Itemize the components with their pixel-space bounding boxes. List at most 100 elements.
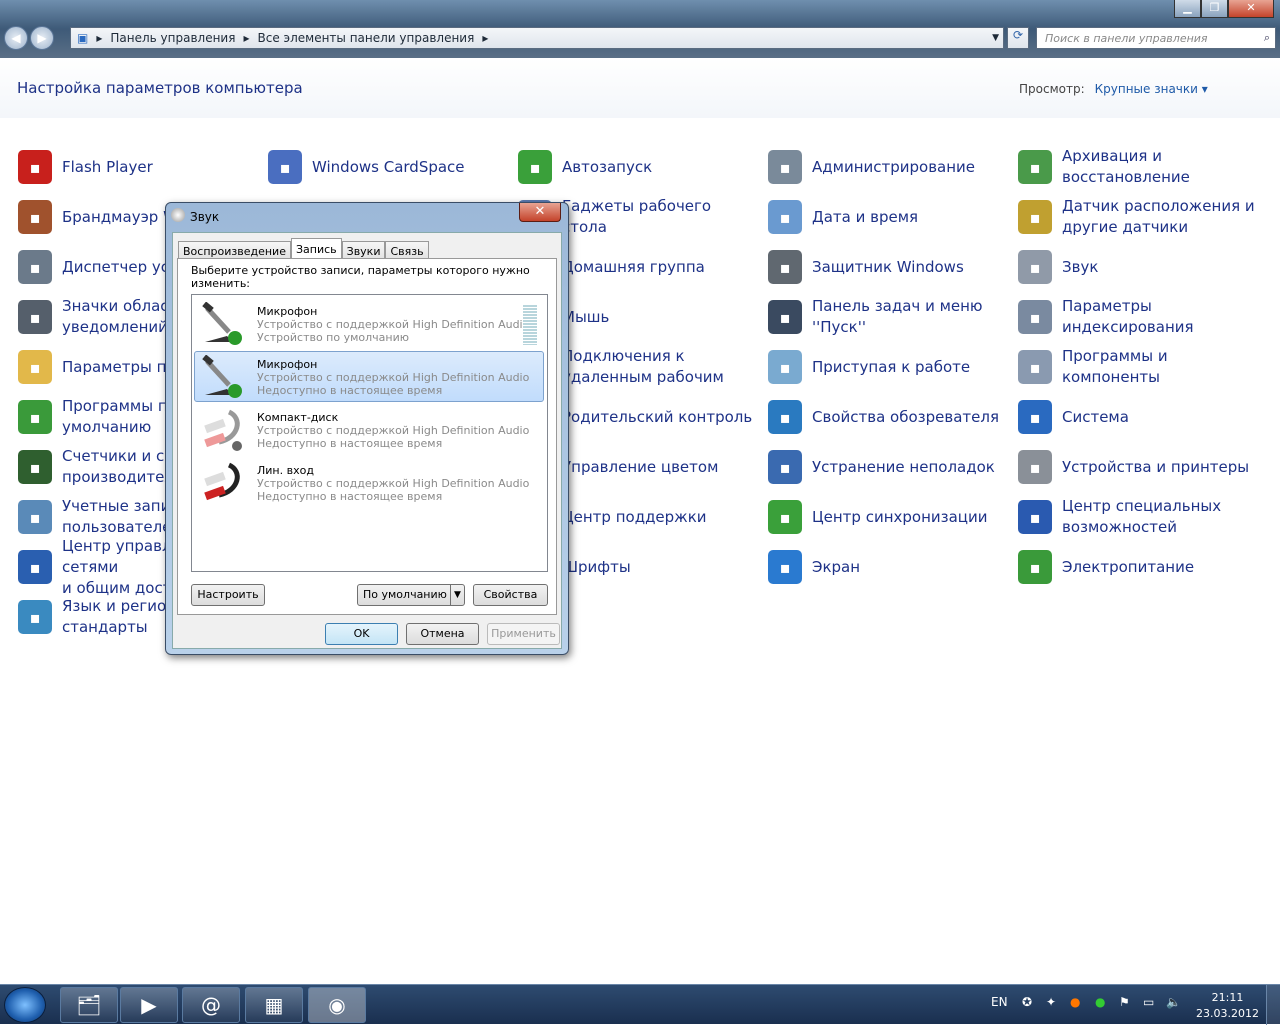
tab-3[interactable]: Связь: [385, 241, 429, 259]
taskbar-mail-agent-icon[interactable]: @: [182, 987, 240, 1023]
control-panel-item[interactable]: ▪ Приступая к работе: [768, 345, 1008, 389]
control-panel-item[interactable]: ▪ Устранение неполадок: [768, 445, 1008, 489]
network-tray-icon[interactable]: ▭: [1143, 995, 1154, 1009]
item-label: Управление цветом: [562, 457, 719, 476]
show-desktop-button[interactable]: [1266, 985, 1280, 1025]
cancel-button[interactable]: Отмена: [406, 623, 479, 645]
clock-time: 21:11: [1211, 991, 1244, 1004]
clock[interactable]: 21:11 23.03.2012: [1196, 990, 1259, 1022]
ok-button[interactable]: OK: [325, 623, 398, 645]
device-name: Микрофон: [257, 305, 318, 318]
accessibility-icon: ▪: [1018, 500, 1052, 534]
control-panel-item[interactable]: ▪ Flash Player: [18, 145, 258, 189]
control-panel-item[interactable]: ▪ Звук: [1018, 245, 1258, 289]
item-label: Мышь: [562, 307, 610, 326]
control-panel-item[interactable]: ▪ Система: [1018, 395, 1258, 439]
printer-icon: ▪: [1018, 450, 1052, 484]
close-button[interactable]: ✕: [1228, 0, 1274, 18]
refresh-button[interactable]: ⟳: [1007, 27, 1029, 49]
browser-tray-icon[interactable]: ✪: [1022, 995, 1032, 1009]
tab-0[interactable]: Воспроизведение: [178, 241, 291, 259]
item-label: Центр синхронизации: [812, 507, 988, 526]
control-panel-item[interactable]: ▪ Центр специальных возможностей: [1018, 495, 1258, 539]
device-description: Устройство с поддержкой High Definition …: [257, 477, 530, 490]
language-indicator[interactable]: EN: [991, 995, 1008, 1009]
view-dropdown[interactable]: Крупные значки ▾: [1095, 82, 1208, 96]
tab-1[interactable]: Запись: [290, 238, 342, 260]
utorrent-tray-icon[interactable]: ●: [1095, 995, 1105, 1009]
taskbar-control-panel-icon[interactable]: ▦: [245, 987, 303, 1023]
control-panel-item[interactable]: ▪ Экран: [768, 545, 1008, 589]
back-button[interactable]: ◀: [4, 26, 28, 50]
control-panel-item[interactable]: ▪ Свойства обозревателя: [768, 395, 1008, 439]
view-selector: Просмотр: Крупные значки ▾: [1019, 82, 1208, 96]
breadcrumb-control-panel[interactable]: Панель управления: [110, 31, 235, 45]
breadcrumb-separator-icon: ▸: [243, 31, 250, 45]
control-panel-item[interactable]: ▪ Windows CardSpace: [268, 145, 508, 189]
address-dropdown-icon[interactable]: ▼: [992, 33, 999, 43]
device-item[interactable]: Микрофон Устройство с поддержкой High De…: [194, 351, 544, 402]
device-item[interactable]: Микрофон Устройство с поддержкой High De…: [194, 298, 544, 349]
item-label: Шрифты: [562, 557, 631, 576]
performance-icon: ▪: [18, 450, 52, 484]
taskbar-sound-icon[interactable]: ◉: [308, 987, 366, 1023]
line-in-cable-icon: [204, 462, 240, 501]
item-label: Защитник Windows: [812, 257, 964, 276]
set-default-label: По умолчанию: [363, 588, 447, 601]
apply-button: Применить: [487, 623, 560, 645]
start-button[interactable]: [4, 987, 46, 1023]
volume-tray-icon[interactable]: 🔈: [1166, 995, 1181, 1009]
chevron-down-icon[interactable]: ▼: [450, 585, 464, 605]
properties-button[interactable]: Свойства: [473, 584, 548, 606]
minimize-button[interactable]: ▁: [1174, 0, 1201, 18]
forward-button[interactable]: ▶: [30, 26, 54, 50]
tray-icon: ▪: [18, 300, 52, 334]
set-default-button[interactable]: По умолчанию ▼: [357, 584, 465, 606]
search-input[interactable]: Поиск в панели управления ⌕: [1036, 27, 1276, 49]
sound-dialog: Звук ✕ Воспроизведение Запись Звуки Связь В…: [165, 202, 569, 655]
cd-audio-cable-icon: [204, 409, 242, 451]
control-panel-item[interactable]: ▪ Центр синхронизации: [768, 495, 1008, 539]
breadcrumb-all-items[interactable]: Все элементы панели управления: [257, 31, 474, 45]
speaker-icon: ▪: [1018, 250, 1052, 284]
control-panel-item[interactable]: ▪ Автозапуск: [518, 145, 758, 189]
view-label: Просмотр:: [1019, 82, 1085, 96]
search-icon[interactable]: ⌕: [1264, 31, 1270, 45]
device-item[interactable]: Лин. вход Устройство с поддержкой High D…: [194, 457, 544, 508]
item-label: Звук: [1062, 257, 1099, 276]
aimp-tray-icon[interactable]: ●: [1070, 995, 1080, 1009]
network-icon: ▪: [18, 550, 52, 584]
troubleshoot-icon: ▪: [768, 450, 802, 484]
control-panel-item[interactable]: ▪ Защитник Windows: [768, 245, 1008, 289]
control-panel-item[interactable]: ▪ Датчик расположения и другие датчики: [1018, 195, 1258, 239]
taskbar-explorer-icon[interactable]: 🗂: [60, 987, 118, 1023]
control-panel-item[interactable]: ▪ Программы и компоненты: [1018, 345, 1258, 389]
action-center-flag-icon[interactable]: ⚑: [1119, 995, 1130, 1009]
cardspace-icon: ▪: [268, 150, 302, 184]
configure-button[interactable]: Настроить: [191, 584, 265, 606]
device-name: Лин. вход: [257, 464, 314, 477]
device-description: Устройство с поддержкой High Definition …: [257, 371, 530, 384]
device-item[interactable]: Компакт-диск Устройство с поддержкой Hig…: [194, 404, 544, 455]
maximize-button[interactable]: ❐: [1201, 0, 1228, 18]
control-panel-item[interactable]: ▪ Параметры индексирования: [1018, 295, 1258, 339]
device-list[interactable]: Микрофон Устройство с поддержкой High De…: [191, 294, 548, 572]
dialog-close-button[interactable]: ✕: [519, 203, 561, 222]
item-label: Устранение неполадок: [812, 457, 995, 476]
control-panel-item[interactable]: ▪ Электропитание: [1018, 545, 1258, 589]
control-panel-item[interactable]: ▪ Панель задач и меню ''Пуск'': [768, 295, 1008, 339]
device-name: Компакт-диск: [257, 411, 339, 424]
control-panel-item[interactable]: ▪ Архивация и восстановление: [1018, 145, 1258, 189]
control-panel-item[interactable]: ▪ Дата и время: [768, 195, 1008, 239]
wand-tray-icon[interactable]: ✦: [1046, 995, 1056, 1009]
search-placeholder: Поиск в панели управления: [1045, 32, 1208, 45]
address-bar[interactable]: ▣ ▸ Панель управления ▸ Все элементы пан…: [70, 27, 1004, 49]
system-icon: ▪: [1018, 400, 1052, 434]
device-status: Устройство по умолчанию: [257, 331, 410, 344]
tab-2[interactable]: Звуки: [341, 241, 386, 259]
item-label: Архивация и восстановление: [1062, 147, 1190, 186]
control-panel-item[interactable]: ▪ Устройства и принтеры: [1018, 445, 1258, 489]
taskbar-media-player-icon[interactable]: ▶: [120, 987, 178, 1023]
control-panel-item[interactable]: ▪ Администрирование: [768, 145, 1008, 189]
dialog-title: Звук: [190, 210, 220, 224]
